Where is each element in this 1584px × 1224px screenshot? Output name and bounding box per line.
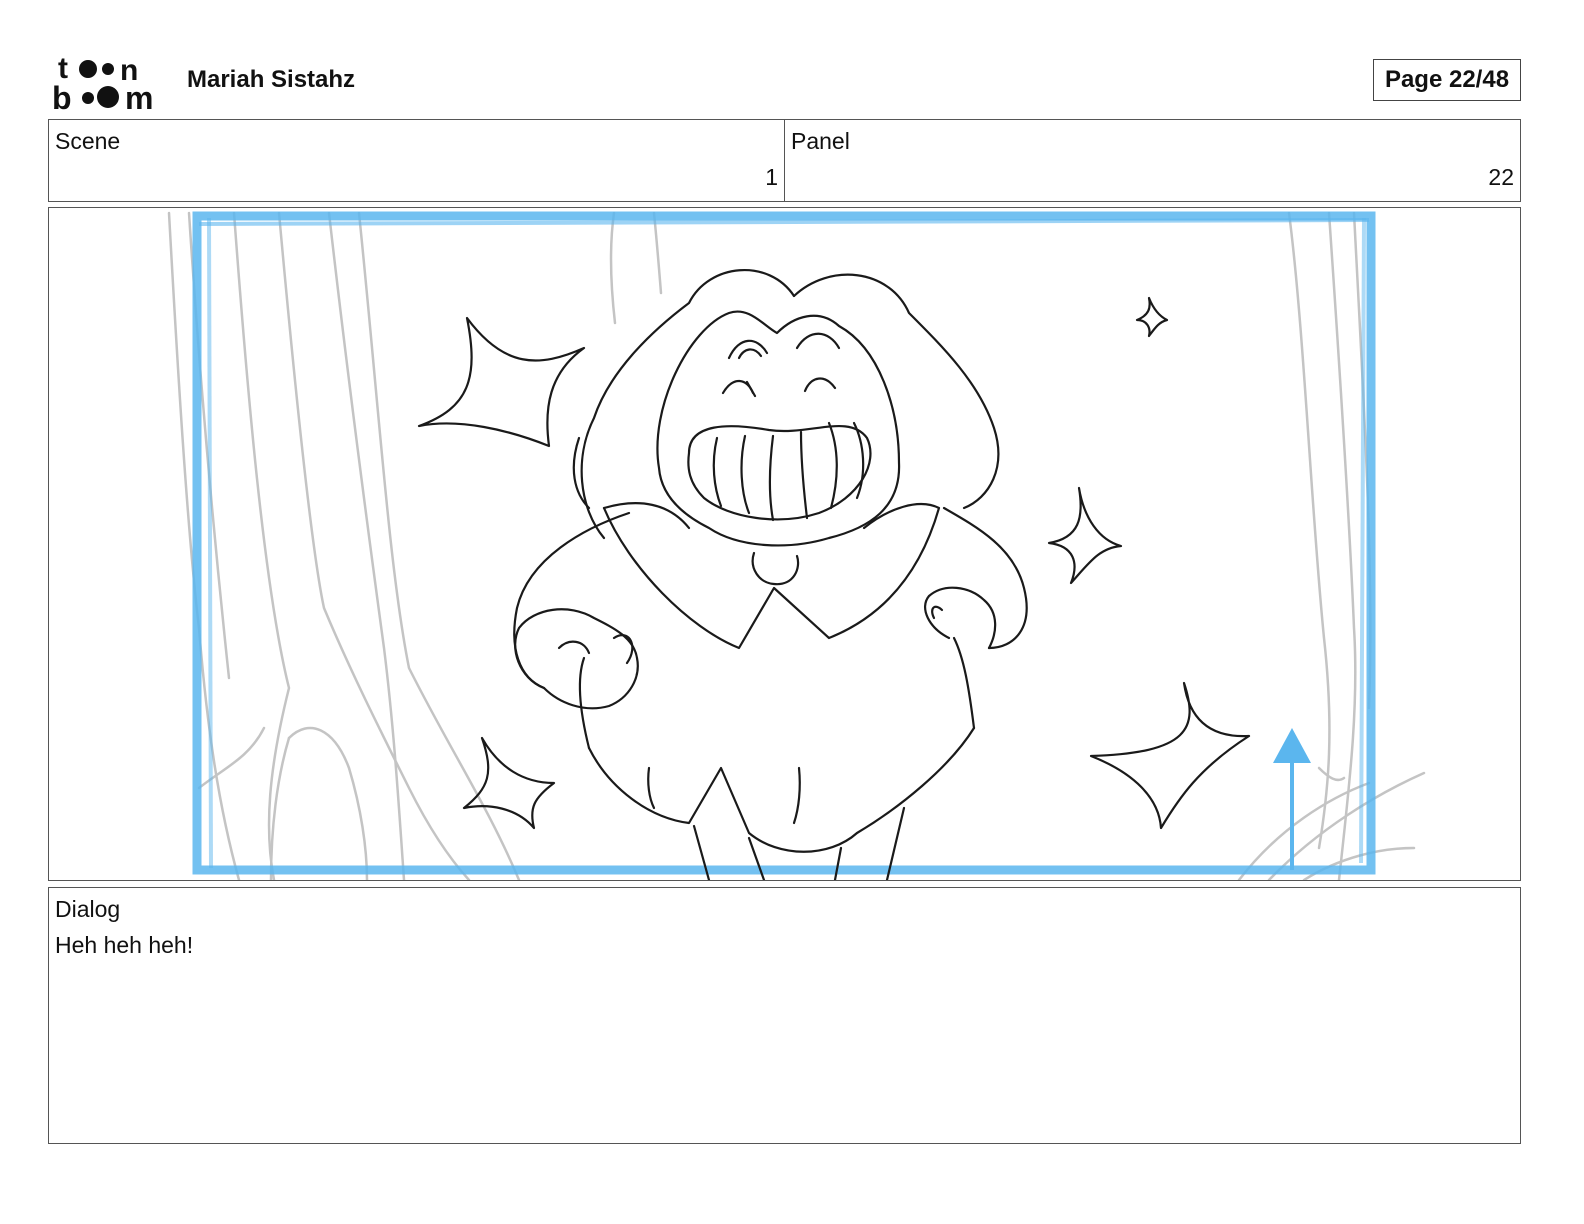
panel-cell: Panel 22 — [784, 120, 1520, 201]
project-title: Mariah Sistahz — [187, 66, 356, 93]
scene-label: Scene — [55, 128, 121, 154]
arrow-up-icon — [1273, 728, 1311, 763]
storyboard-panel — [48, 207, 1521, 881]
scene-value: 1 — [765, 164, 778, 190]
panel-value: 22 — [1488, 164, 1514, 190]
dialog-label: Dialog — [55, 896, 121, 922]
sparkle-icon — [462, 736, 556, 830]
dialog-text: Heh heh heh! — [55, 932, 194, 958]
camera-frame — [192, 211, 1376, 875]
scene-cell: Scene 1 — [49, 120, 784, 201]
panel-sketch — [167, 211, 1426, 880]
sparkle-icon — [417, 316, 586, 448]
panel-label: Panel — [791, 128, 850, 154]
toon-boom-logo: t n b m — [52, 52, 153, 112]
character-sketch — [513, 268, 1028, 880]
sparkle-icon — [1135, 296, 1169, 338]
svg-text:b: b — [52, 80, 72, 112]
sparkle-icon — [1089, 681, 1251, 830]
sparkle-icon — [1047, 486, 1123, 585]
svg-text:m: m — [125, 80, 153, 112]
dialog-box: Dialog Heh heh heh! — [48, 887, 1521, 1144]
scene-panel-row: Scene 1 Panel 22 — [48, 119, 1521, 202]
page-indicator: Page 22/48 — [1373, 59, 1521, 101]
background-trees-sketch — [167, 211, 1426, 880]
